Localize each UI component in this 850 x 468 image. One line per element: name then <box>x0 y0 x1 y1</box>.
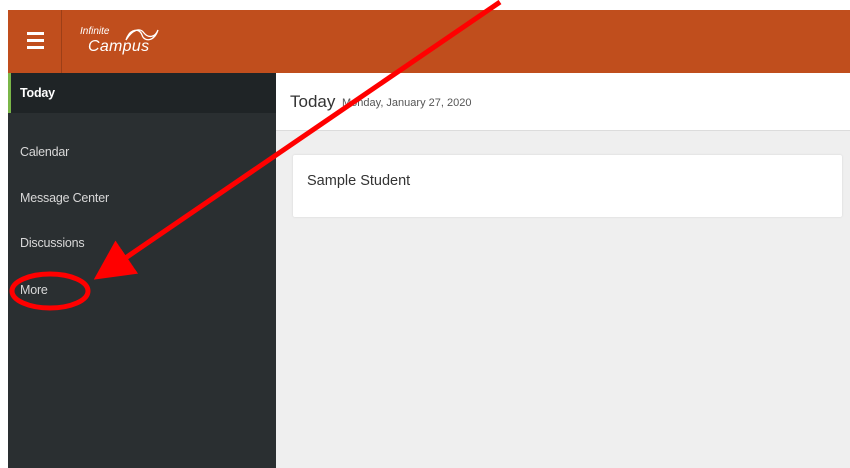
logo-swoosh-icon <box>125 29 159 41</box>
student-name: Sample Student <box>307 173 411 189</box>
sidebar: Today Calendar Message Center Discussion… <box>8 73 276 468</box>
app-window: Infinite Campus Today Calendar Message C… <box>8 10 850 468</box>
page-title: Today <box>290 92 336 111</box>
infinite-campus-logo[interactable]: Infinite Campus <box>76 22 186 62</box>
sidebar-item-discussions[interactable]: Discussions <box>8 223 276 263</box>
page-date: Monday, January 27, 2020 <box>342 97 472 109</box>
hamburger-menu-icon[interactable] <box>8 10 62 73</box>
sidebar-item-today[interactable]: Today <box>8 73 276 113</box>
top-bar: Infinite Campus <box>8 10 850 73</box>
sidebar-item-message-center[interactable]: Message Center <box>8 178 276 218</box>
sidebar-item-calendar[interactable]: Calendar <box>8 132 276 172</box>
student-card[interactable]: Sample Student <box>293 155 842 217</box>
page-header: Today Monday, January 27, 2020 <box>276 73 850 131</box>
sidebar-item-more[interactable]: More <box>8 270 276 310</box>
main-content: Today Monday, January 27, 2020 Sample St… <box>276 73 850 468</box>
logo-text-infinite: Infinite <box>80 26 110 37</box>
